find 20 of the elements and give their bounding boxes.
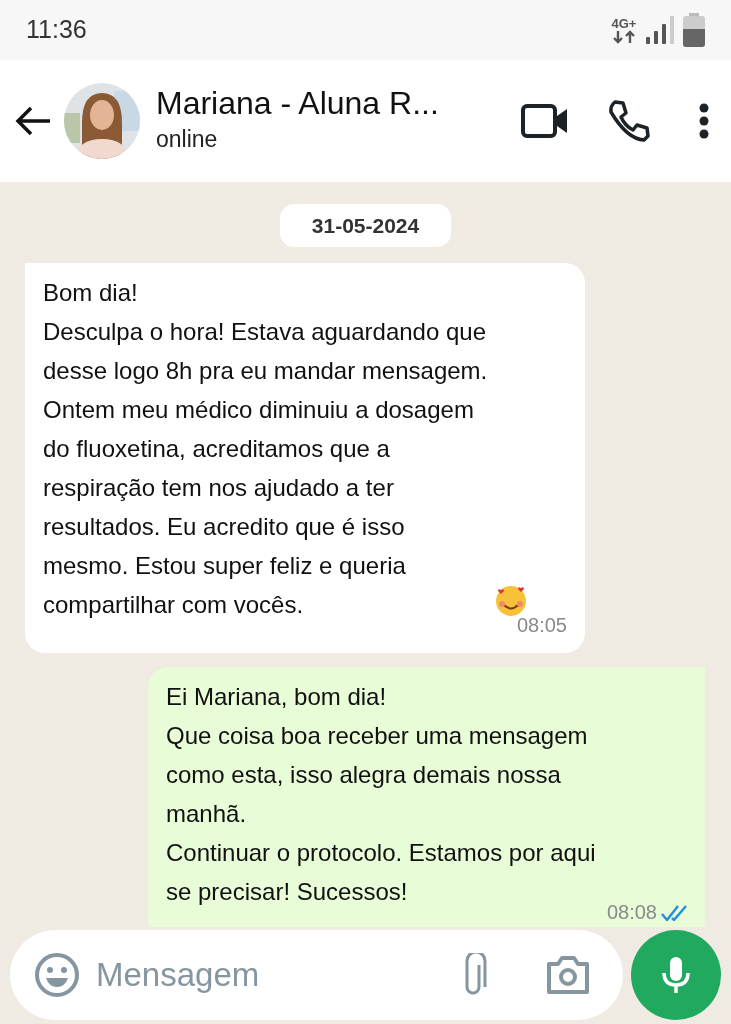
clock-time: 11:36 — [26, 14, 87, 46]
video-call-icon[interactable] — [521, 103, 569, 139]
date-chip: 31-05-2024 — [279, 204, 452, 248]
back-icon[interactable] — [14, 105, 52, 137]
signal-icon — [645, 15, 675, 45]
network-indicator: 4G+ — [611, 16, 637, 44]
contact-name[interactable]: Mariana - Aluna R... — [156, 85, 511, 123]
emoji-icon[interactable] — [34, 951, 80, 998]
message-time: 08:08 — [606, 900, 657, 926]
message-time: 08:05 — [516, 613, 567, 639]
message-field[interactable]: Mensagem — [10, 929, 623, 1020]
message-input[interactable]: Mensagem — [96, 949, 443, 1000]
message-text: Bom dia! Desculpa o hora! Estava aguardando que desse logo 8h pra eu mandar mensagem. Ontem meu médico diminuiu a dosagem do fluoxetina, acreditamos que a respiração tem nos ajudado a ter resultados. Eu acredito que é isso mesmo. Estou super feliz e queria compartilhar com vocês. — [43, 278, 488, 621]
camera-icon[interactable] — [545, 954, 591, 995]
battery-icon — [683, 13, 705, 47]
phone-icon[interactable] — [607, 99, 651, 143]
more-options-icon[interactable] — [699, 103, 709, 139]
microphone-icon — [661, 954, 691, 995]
message-text: Ei Mariana, bom dia! Que coisa boa receber uma mensagem como esta, isso alegra demais nossa manhã. Continuar o protocolo. Estamos por aqui se precisar! Sucessos! — [166, 682, 596, 908]
presence-status: online — [156, 125, 219, 155]
